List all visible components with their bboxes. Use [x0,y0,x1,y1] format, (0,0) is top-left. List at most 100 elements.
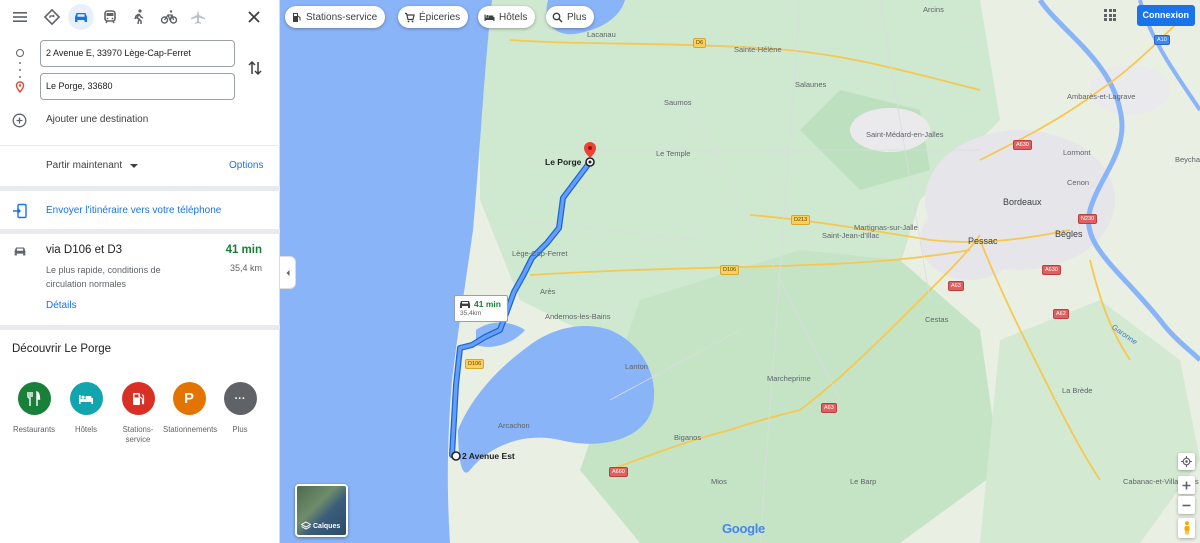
chip-hotels[interactable]: Hôtels [478,6,536,28]
road-shield: D106 [465,359,485,369]
place-label: Biganos [674,433,702,442]
airplane-icon [191,10,205,24]
google-logo: Google [722,521,765,536]
place-label: Lacanau [587,30,616,39]
divider [0,145,280,146]
car-icon [75,13,87,22]
road-shield: A630 [1013,140,1032,150]
place-label: Bordeaux [1003,197,1042,207]
place-label: Ambarès-et-Lagrave [1067,92,1136,101]
fork-knife-icon [27,390,41,406]
route-callout[interactable]: 41 min 35,4km [454,295,508,322]
road-shield: A63 [948,281,964,291]
mode-walk-button[interactable] [128,6,150,28]
destination-input[interactable]: Le Porge, 33680 [40,73,235,100]
category-label: Stations-service [122,425,154,444]
travel-mode-bar [0,0,280,34]
zoom-out-button[interactable] [1178,496,1195,514]
send-to-phone-link[interactable]: Envoyer l'itinéraire vers votre téléphon… [46,205,221,216]
chip-gas-stations[interactable]: Stations-service [285,6,386,28]
place-label: Cenon [1067,178,1090,187]
road-shield: D213 [791,215,811,225]
directions-diamond-icon [43,8,61,26]
place-label: Bègles [1055,229,1083,239]
add-circle-icon[interactable] [12,113,27,128]
map-canvas[interactable]: Stations-service Épiceries Hôtels Plus C… [280,0,1200,543]
place-label: Andernos-les-Bains [545,312,611,321]
category-label: Plus [232,425,248,434]
hamburger-icon [13,12,27,22]
category-restaurants[interactable]: Restaurants [8,382,60,435]
place-label: Saint-Médard-en-Jalles [866,130,944,139]
route-title[interactable]: via D106 et D3 [46,244,122,256]
place-label: Lormont [1063,148,1091,157]
route-connector [19,62,21,78]
category-label: Restaurants [12,425,56,434]
send-to-phone-icon [13,203,27,219]
layers-button[interactable]: Calques [295,484,348,537]
mode-flight-button[interactable] [187,6,209,28]
category-parking[interactable]: P Stationnements [163,382,217,435]
add-destination-link[interactable]: Ajouter une destination [46,114,148,125]
swap-waypoints-icon[interactable] [247,59,263,77]
discover-title: Découvrir Le Porge [12,343,112,355]
mode-transit-button[interactable] [99,6,121,28]
my-location-button[interactable] [1178,453,1195,470]
road-shield: D106 [720,265,740,275]
place-label: Arès [540,287,556,296]
place-label: Cestas [925,315,949,324]
place-label: Le Barp [850,477,877,486]
route-distance: 35,4 km [229,263,262,273]
category-more[interactable]: ··· Plus [214,382,266,435]
chip-groceries[interactable]: Épiceries [398,6,469,28]
close-button[interactable] [243,6,265,28]
more-dots-icon: ··· [223,382,257,415]
collapse-panel-button[interactable] [280,256,296,289]
layers-label: Calques [313,523,341,530]
category-gas-stations[interactable]: Stations-service [112,382,164,445]
category-hotels[interactable]: Hôtels [60,382,112,435]
place-label: Mios [711,477,727,486]
road-shield: A62 [1053,309,1069,319]
sign-in-button[interactable]: Connexion [1136,5,1195,26]
mode-best-button[interactable] [41,6,63,28]
origin-input[interactable]: 2 Avenue E, 33970 Lège-Cap-Ferret [40,40,235,67]
map-base [280,0,1200,543]
place-label: Lège-Cap-Ferret [512,249,568,258]
destination-pin-icon [15,81,25,93]
search-icon [552,12,563,23]
chip-label: Stations-service [306,11,378,23]
chip-more[interactable]: Plus [546,6,595,28]
road-shield: A10 [1154,35,1170,45]
chip-label: Épiceries [419,11,461,23]
car-icon [14,247,26,256]
directions-panel: 2 Avenue E, 33970 Lège-Cap-Ferret Le Por… [0,0,280,543]
place-label: Beychac [1175,155,1200,164]
mode-bicycle-button[interactable] [158,6,180,28]
fuel-pump-icon [293,12,301,22]
parking-icon: P [172,382,206,415]
street-view-pegman[interactable] [1178,518,1195,538]
depart-time-select[interactable]: Partir maintenant [46,160,122,171]
callout-time: 41 min [474,299,501,309]
road-shield: D6 [693,38,707,48]
apps-grid-icon[interactable] [1104,9,1116,21]
pegman-icon [1184,521,1189,535]
chip-label: Hôtels [499,11,528,23]
place-label: La Brède [1062,386,1093,395]
options-button[interactable]: Options [229,160,263,171]
category-label: Hôtels [74,425,98,434]
mode-car-button[interactable] [68,4,94,30]
section-divider [0,186,280,191]
road-shield: N230 [1078,214,1098,224]
place-label: Lanton [625,362,648,371]
place-label: Marcheprime [767,374,811,383]
road-shield: A630 [1042,265,1061,275]
menu-button[interactable] [9,6,31,28]
layers-icon [301,521,311,530]
caret-down-icon [130,164,138,168]
destination-label: Le Porge [545,157,582,167]
route-details-link[interactable]: Détails [46,300,77,311]
zoom-in-button[interactable] [1178,476,1195,494]
route-description: Le plus rapide, conditions de circulatio… [46,265,161,289]
